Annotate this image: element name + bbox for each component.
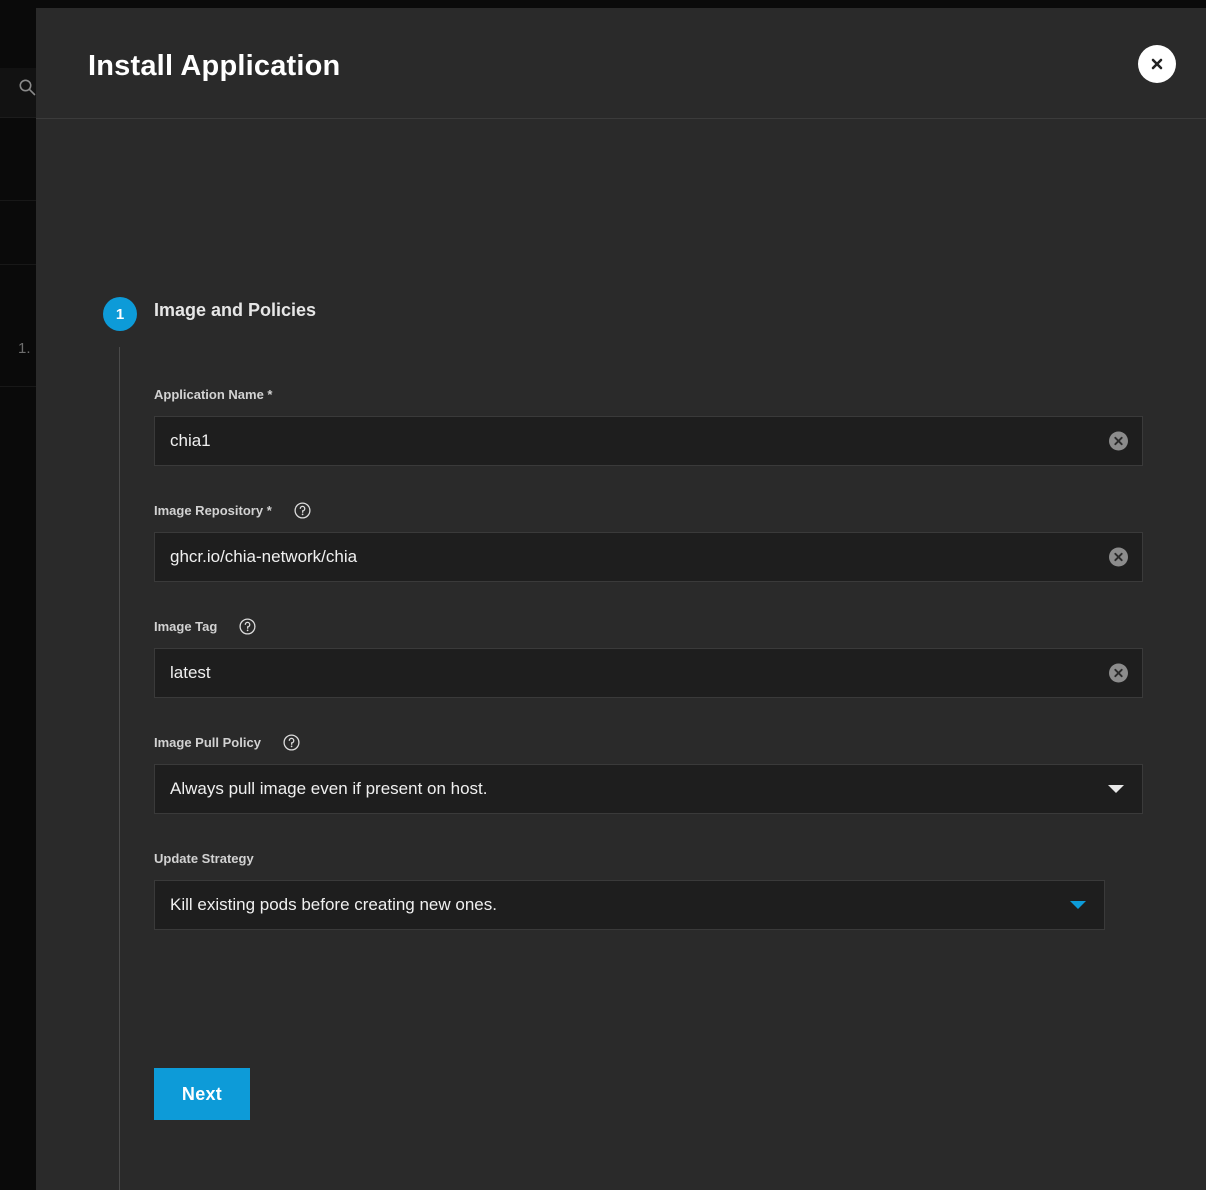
field-header: Image Pull Policy bbox=[154, 731, 1164, 753]
application-name-value[interactable] bbox=[155, 431, 1142, 451]
next-button[interactable]: Next bbox=[154, 1068, 250, 1120]
step-indicator-1: 1 bbox=[103, 297, 137, 331]
image-repository-input[interactable] bbox=[154, 532, 1143, 582]
field-header: Image Repository * bbox=[154, 499, 1164, 521]
backdrop-divider bbox=[0, 264, 36, 265]
image-repository-value[interactable] bbox=[155, 547, 1142, 567]
field-image-tag: Image Tag bbox=[154, 615, 1164, 698]
search-icon[interactable] bbox=[18, 78, 36, 96]
clear-icon[interactable] bbox=[1109, 547, 1128, 567]
chevron-down-icon[interactable] bbox=[1108, 785, 1124, 793]
dialog-header: Install Application bbox=[36, 8, 1206, 119]
help-circle-icon[interactable] bbox=[283, 733, 300, 751]
image-pull-policy-select[interactable]: Always pull image even if present on hos… bbox=[154, 764, 1143, 814]
backdrop-list-number: 1. bbox=[18, 340, 31, 357]
field-header: Application Name * bbox=[154, 383, 1164, 405]
install-application-dialog: Install Application 1 Image and Policies… bbox=[36, 8, 1206, 1190]
update-strategy-value: Kill existing pods before creating new o… bbox=[170, 895, 497, 914]
step-title: Image and Policies bbox=[154, 300, 317, 320]
field-label: Image Repository * bbox=[154, 502, 272, 518]
clear-icon[interactable] bbox=[1109, 431, 1128, 451]
backdrop-divider bbox=[0, 200, 36, 201]
field-application-name: Application Name * bbox=[154, 383, 1164, 466]
field-label: Image Tag bbox=[154, 618, 218, 634]
image-tag-value[interactable] bbox=[155, 663, 1142, 683]
update-strategy-select[interactable]: Kill existing pods before creating new o… bbox=[154, 880, 1105, 930]
field-header: Image Tag bbox=[154, 615, 1164, 637]
field-label: Application Name * bbox=[154, 386, 273, 402]
help-circle-icon[interactable] bbox=[239, 617, 256, 635]
page-title: Install Application bbox=[88, 50, 341, 82]
image-and-policies-form: Application Name * Image Rep bbox=[154, 383, 1164, 1120]
field-header: Update Strategy bbox=[154, 847, 1164, 869]
field-image-pull-policy: Image Pull Policy Always pull image even… bbox=[154, 731, 1164, 814]
backdrop-divider bbox=[0, 386, 36, 387]
help-circle-icon[interactable] bbox=[294, 501, 311, 519]
close-button[interactable] bbox=[1138, 45, 1176, 83]
dialog-body: 1 Image and Policies Application Name * bbox=[36, 119, 1206, 1190]
field-image-repository: Image Repository * bbox=[154, 499, 1164, 582]
step-number: 1 bbox=[115, 305, 125, 323]
field-label: Image Pull Policy bbox=[154, 734, 261, 750]
field-update-strategy: Update Strategy Kill existing pods befor… bbox=[154, 847, 1164, 930]
image-pull-policy-value: Always pull image even if present on hos… bbox=[170, 779, 488, 798]
close-icon bbox=[1147, 54, 1167, 74]
chevron-down-icon[interactable] bbox=[1070, 901, 1086, 909]
clear-icon[interactable] bbox=[1109, 663, 1128, 683]
field-label: Update Strategy bbox=[154, 850, 254, 866]
application-name-input[interactable] bbox=[154, 416, 1143, 466]
step-connector-line bbox=[119, 347, 120, 1190]
form-spacer bbox=[154, 963, 1164, 1068]
image-tag-input[interactable] bbox=[154, 648, 1143, 698]
